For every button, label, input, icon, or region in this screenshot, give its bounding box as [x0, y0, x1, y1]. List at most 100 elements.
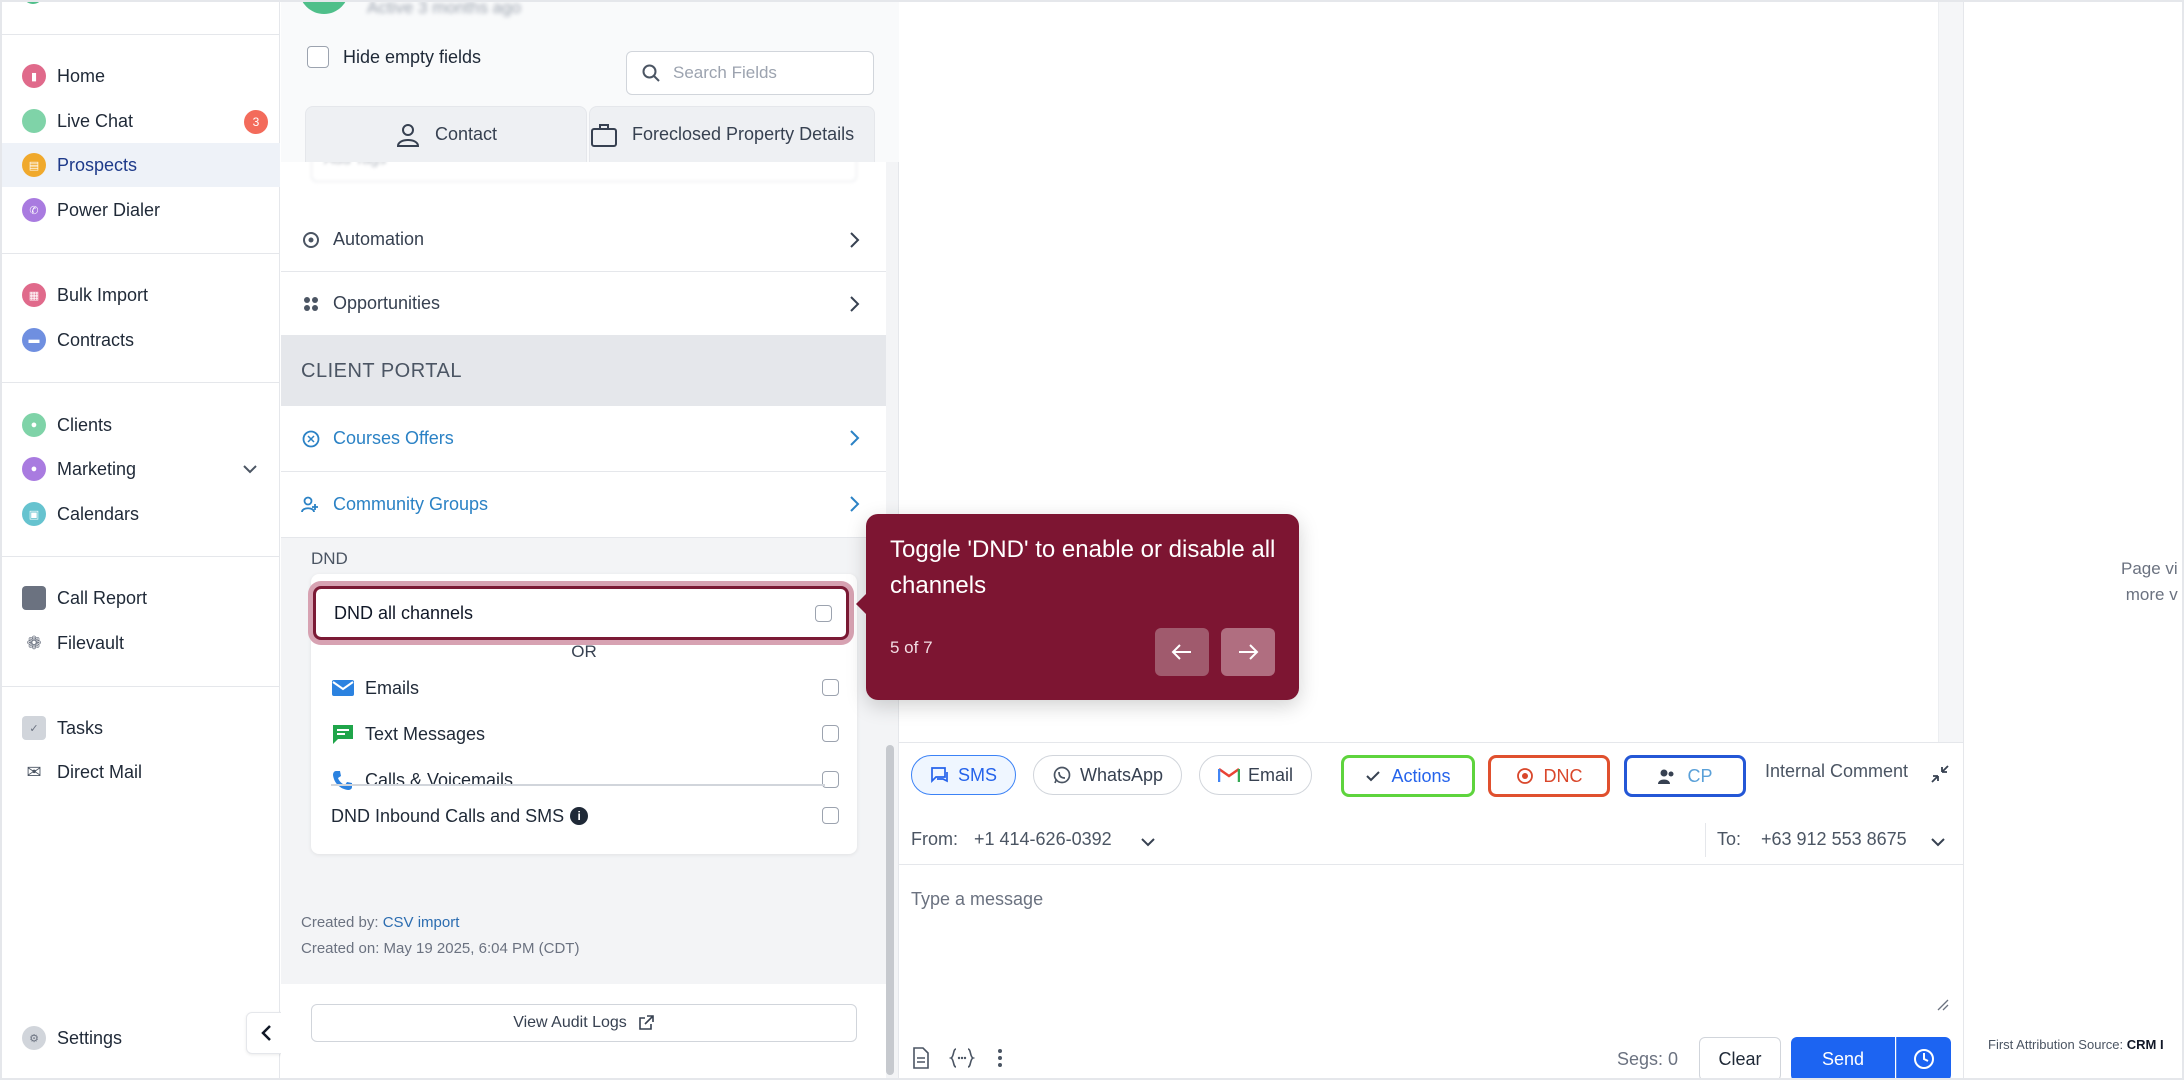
- tab-foreclosed-property-details[interactable]: Foreclosed Property Details: [589, 106, 875, 162]
- dnd-emails-checkbox[interactable]: [822, 679, 839, 696]
- dnd-text-messages-checkbox[interactable]: [822, 725, 839, 742]
- page-visits-line: more v: [2125, 585, 2178, 604]
- detail-scroll-area: Add Tags Automation Opportunities CLIENT…: [281, 162, 886, 1080]
- sidebar-item-power-dialer[interactable]: ✆ Power Dialer: [0, 188, 280, 232]
- custom-values-icon[interactable]: [949, 1047, 975, 1069]
- sidebar-item-prospects[interactable]: ▤ Prospects: [0, 143, 280, 187]
- clock-icon: [1914, 1049, 1934, 1069]
- sidebar-item-label: Power Dialer: [57, 199, 161, 220]
- search-icon: [642, 64, 660, 82]
- dnd-text-messages-row[interactable]: Text Messages: [331, 718, 841, 750]
- users-icon: [1658, 769, 1674, 784]
- detail-scrollbar[interactable]: [886, 745, 894, 1075]
- view-audit-logs-button[interactable]: View Audit Logs: [311, 1004, 857, 1042]
- sidebar-item-clients[interactable]: ● Clients: [0, 403, 280, 447]
- chevron-down-icon[interactable]: [1929, 833, 1947, 851]
- actions-button[interactable]: Actions: [1341, 755, 1475, 797]
- tab-contact[interactable]: Contact: [305, 106, 587, 162]
- sidebar-item-bulk-import[interactable]: ▦ Bulk Import: [0, 273, 280, 317]
- guide-tooltip: Toggle 'DND' to enable or disable all ch…: [856, 514, 1299, 700]
- tags-input[interactable]: Add Tags: [311, 162, 857, 182]
- sidebar-item-marketing[interactable]: ● Marketing: [0, 447, 280, 491]
- sidebar-item-call-report[interactable]: Call Report: [0, 576, 280, 620]
- nav-divider: [0, 686, 280, 687]
- automation-row[interactable]: Automation: [281, 208, 886, 272]
- sidebar-item-live-chat[interactable]: Live Chat 3: [0, 99, 280, 143]
- dnd-inbound-checkbox[interactable]: [822, 807, 839, 824]
- whatsapp-icon: [1053, 766, 1071, 784]
- message-icon: [333, 725, 353, 744]
- conversation-scroll-track[interactable]: [1938, 0, 1963, 742]
- dnd-emails-row[interactable]: Emails: [331, 672, 841, 704]
- chevron-right-icon: [850, 296, 860, 312]
- contact-detail-panel: Add Tags Automation Opportunities CLIENT…: [281, 0, 899, 1080]
- tasks-icon: ✓: [22, 716, 46, 740]
- actions-label: Actions: [1391, 765, 1451, 786]
- from-to-row: From: +1 414-626-0392 To: +63 912 553 86…: [899, 815, 1963, 865]
- sidebar-item-tasks[interactable]: ✓ Tasks: [0, 706, 280, 750]
- hide-empty-checkbox[interactable]: [307, 46, 329, 68]
- prospects-icon: ▤: [22, 153, 46, 177]
- channel-tab-sms[interactable]: SMS: [911, 755, 1017, 795]
- hide-empty-fields-toggle[interactable]: Hide empty fields: [307, 46, 481, 68]
- dnd-card: DND all channels OR Emails Text Messages: [311, 574, 857, 854]
- dnd-section-label: DND: [311, 549, 348, 568]
- more-options-icon[interactable]: [995, 1047, 1005, 1069]
- clear-button[interactable]: Clear: [1699, 1037, 1781, 1080]
- tooltip-prev-button[interactable]: [1155, 628, 1209, 676]
- sidebar-item-label: Filevault: [57, 632, 125, 653]
- created-by-source-link[interactable]: CSV import: [383, 914, 460, 931]
- client-portal-header: CLIENT PORTAL: [281, 336, 886, 406]
- sms-icon: [931, 767, 948, 784]
- sidebar-item-label: Clients: [57, 414, 113, 435]
- channel-tab-email[interactable]: Email: [1199, 755, 1313, 795]
- opportunities-row[interactable]: Opportunities: [281, 272, 886, 336]
- marketing-icon: ●: [22, 457, 46, 481]
- sidebar-item-settings[interactable]: ⚙ Settings: [0, 1016, 280, 1060]
- sidebar: ▮ Home Live Chat 3 ▤ Prospects ✆ Power D…: [0, 0, 280, 1080]
- sidebar-item-contracts[interactable]: ▬ Contracts: [0, 318, 280, 362]
- dnd-divider: [331, 784, 825, 786]
- sidebar-item-filevault[interactable]: ❁ Filevault: [0, 621, 280, 665]
- sidebar-item-label: Home: [57, 65, 106, 86]
- chevron-down-icon[interactable]: [1139, 833, 1157, 851]
- dnc-button[interactable]: DNC: [1488, 755, 1610, 797]
- tooltip-next-button[interactable]: [1221, 628, 1275, 676]
- dnd-emails-label: Emails: [365, 677, 420, 698]
- dnd-calls-row[interactable]: Calls & Voicemails: [331, 764, 841, 796]
- audit-button-label: View Audit Logs: [513, 1014, 627, 1031]
- gmail-icon: [1218, 767, 1240, 782]
- created-on-text: Created on: May 19 2025, 6:04 PM (CDT): [301, 940, 580, 957]
- arrow-left-icon: [1171, 644, 1191, 660]
- community-groups-row[interactable]: Community Groups: [281, 472, 886, 538]
- chevron-down-icon[interactable]: [240, 459, 260, 479]
- sidebar-item-calendars[interactable]: ▣ Calendars: [0, 492, 280, 536]
- dnd-inbound-row[interactable]: DND Inbound Calls and SMS i: [331, 800, 841, 832]
- channel-tab-whatsapp[interactable]: WhatsApp: [1033, 755, 1183, 795]
- collapse-composer-icon[interactable]: [1929, 763, 1951, 785]
- resize-handle-icon[interactable]: [1935, 997, 1949, 1011]
- page-visits-line: Page vi: [2121, 559, 2178, 578]
- schedule-send-button[interactable]: [1896, 1037, 1951, 1080]
- internal-comment-tab[interactable]: Internal Comment: [1765, 761, 1908, 782]
- courses-offers-row[interactable]: Courses Offers: [281, 406, 886, 472]
- send-button[interactable]: Send: [1791, 1037, 1895, 1080]
- channel-label: Email: [1248, 764, 1294, 785]
- search-fields-input[interactable]: Search Fields: [626, 51, 874, 95]
- hide-empty-label: Hide empty fields: [343, 46, 482, 67]
- sidebar-item-direct-mail[interactable]: ✉ Direct Mail: [0, 750, 280, 794]
- attribution-value: CRM I: [2126, 1037, 2164, 1052]
- opportunities-icon: [304, 296, 318, 311]
- to-number-select[interactable]: +63 912 553 8675: [1761, 829, 1907, 850]
- contact-status-text: Active 3 months ago: [367, 0, 522, 17]
- dnd-all-channels-row[interactable]: DND all channels: [313, 586, 849, 640]
- client-portal-button[interactable]: CP: [1624, 755, 1746, 797]
- sidebar-item-home[interactable]: ▮ Home: [0, 54, 280, 98]
- settings-icon: ⚙: [22, 1026, 46, 1050]
- dnd-all-channels-label: DND all channels: [334, 602, 474, 623]
- message-input[interactable]: Type a message: [911, 889, 1043, 910]
- from-number-select[interactable]: +1 414-626-0392: [974, 829, 1112, 850]
- attachment-document-icon[interactable]: [911, 1047, 931, 1069]
- dnd-all-channels-checkbox[interactable]: [815, 605, 832, 622]
- info-icon[interactable]: i: [570, 807, 589, 825]
